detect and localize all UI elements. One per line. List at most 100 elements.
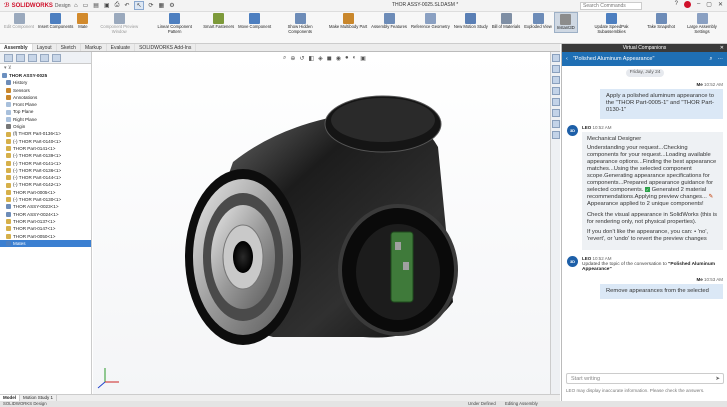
tree-item[interactable]: (f) THOR Part-0136<1> xyxy=(0,130,91,137)
user-avatar[interactable] xyxy=(683,1,691,8)
virtual-companion-icon[interactable] xyxy=(552,120,560,128)
tree-node-icon xyxy=(6,87,11,93)
ribbon-button-new-motion-study[interactable]: New Motion Study xyxy=(452,12,490,31)
tree-item[interactable]: History xyxy=(0,79,91,86)
tab-evaluate[interactable]: Evaluate xyxy=(107,44,136,51)
undo-icon[interactable]: ↶ xyxy=(124,2,129,9)
tree-item[interactable]: (-) THOR Part-0142<1> xyxy=(0,181,91,188)
section-view-icon[interactable]: ◧ xyxy=(308,55,314,62)
ribbon-button-smart-fasteners[interactable]: Smart Fasteners xyxy=(201,12,236,31)
tree-item[interactable]: Right Plane xyxy=(0,116,91,123)
ribbon-button-assembly-features[interactable]: Assembly Features xyxy=(369,12,409,31)
app-logo[interactable]: ℬ SOLIDWORKS Design xyxy=(0,2,74,10)
open-file-icon[interactable]: ▤ xyxy=(93,2,99,9)
ribbon-button-make-multibody-part[interactable]: Make Multibody Part xyxy=(327,12,369,31)
ribbon-button-instant3d[interactable]: Instant3D xyxy=(553,12,578,33)
graphics-area[interactable]: ⌕ ⊕ ↺ ◧ ◈ ◼ ◉ ● ◐ ▣ xyxy=(93,52,550,394)
tree-item[interactable]: (-) THOR Part-0130<1> xyxy=(0,196,91,203)
send-icon[interactable]: ➤ xyxy=(715,374,720,384)
ribbon-button-update-speedpak-subassemblies[interactable]: Update SpeedPak Subassemblies xyxy=(578,12,646,35)
previous-view-icon[interactable]: ↺ xyxy=(299,55,304,62)
minimize-icon[interactable]: – xyxy=(697,1,700,8)
ribbon-button-linear-component-pattern[interactable]: Linear Component Pattern xyxy=(148,12,201,35)
ribbon-button-component-preview-window[interactable]: Component Preview Window xyxy=(90,12,148,35)
tree-item[interactable]: (-) THOR Part-0139<1> xyxy=(0,152,91,159)
panel-close-icon[interactable]: ✕ xyxy=(720,44,724,52)
view-settings-icon[interactable]: ▣ xyxy=(360,55,366,62)
tree-item[interactable]: THOR ASSY-0023<1> xyxy=(0,203,91,210)
tree-item[interactable]: (-) THOR Part-0136<1> xyxy=(0,167,91,174)
tree-item[interactable]: THOR Part-0005<1> xyxy=(0,189,91,196)
file-explorer-icon[interactable] xyxy=(552,76,560,84)
tree-item[interactable]: (-) THOR Part-0144<1> xyxy=(0,174,91,181)
display-manager-icon[interactable] xyxy=(52,53,61,62)
ribbon-button-mate[interactable]: Mate xyxy=(75,12,90,31)
ribbon-button-large-assembly-settings[interactable]: Large Assembly Settings xyxy=(677,12,727,35)
tree-item[interactable]: Origin xyxy=(0,123,91,130)
ribbon-button-edit-component[interactable]: Edit Component xyxy=(2,12,36,31)
tab-markup[interactable]: Markup xyxy=(81,44,107,51)
tree-item[interactable]: Front Plane xyxy=(0,101,91,108)
maximize-icon[interactable]: ▢ xyxy=(706,1,712,8)
print-icon[interactable]: ⎙ xyxy=(115,2,120,9)
resources-icon[interactable] xyxy=(552,54,560,62)
tree-filter[interactable]: ▾ ⊻ xyxy=(0,64,91,72)
tree-item[interactable]: Annotations xyxy=(0,94,91,101)
close-icon[interactable]: ✕ xyxy=(718,1,723,8)
ribbon-button-move-component[interactable]: Move Component xyxy=(236,12,273,31)
tab-solidworks-add-ins[interactable]: SOLIDWORKS Add-Ins xyxy=(135,44,197,51)
select-icon[interactable]: ↖ xyxy=(134,1,144,10)
circuit-board[interactable] xyxy=(390,231,414,303)
save-icon[interactable]: ▣ xyxy=(104,2,110,9)
tree-item[interactable]: THOR Part-0050<1> xyxy=(0,233,91,240)
custom-properties-icon[interactable] xyxy=(552,109,560,117)
tree-item[interactable]: (-) THOR Part-0140<1> xyxy=(0,138,91,145)
search-commands-input[interactable]: Search Commands xyxy=(580,2,642,10)
tree-item[interactable]: Top Plane xyxy=(0,108,91,115)
assembly-model[interactable] xyxy=(93,52,550,394)
zoom-area-icon[interactable]: ⊕ xyxy=(290,55,295,62)
more-icon[interactable]: ⋯ xyxy=(718,56,724,62)
view-orientation-icon[interactable]: ◈ xyxy=(318,55,323,62)
home-icon[interactable]: ⌂ xyxy=(74,3,78,9)
tree-item[interactable]: THOR ASSY-0024<1> xyxy=(0,211,91,218)
add-ins-icon[interactable] xyxy=(552,131,560,139)
feature-manager-icon[interactable] xyxy=(4,53,13,62)
new-file-icon[interactable]: ▭ xyxy=(83,2,89,9)
configuration-manager-icon[interactable] xyxy=(28,53,37,62)
edit-appearance-icon[interactable]: ● xyxy=(345,55,349,62)
hide-show-icon[interactable]: ◉ xyxy=(336,55,341,62)
rebuild-icon[interactable]: ⟳ xyxy=(149,2,154,9)
chat-input[interactable]: Start writing ➤ xyxy=(566,373,724,384)
ribbon-button-bill-of-materials[interactable]: Bill of Materials xyxy=(490,12,522,31)
ribbon-button-exploded-view[interactable]: Exploded View xyxy=(522,12,554,31)
help-icon[interactable]: ? xyxy=(675,1,678,8)
scene-icon[interactable]: ◐ xyxy=(353,55,357,62)
tree-item[interactable]: THOR Part-0141<1> xyxy=(0,145,91,152)
tree-item[interactable]: Sensors xyxy=(0,87,91,94)
view-palette-icon[interactable] xyxy=(552,87,560,95)
tab-assembly[interactable]: Assembly xyxy=(0,44,33,51)
file-properties-icon[interactable]: ▦ xyxy=(159,2,165,9)
tab-sketch[interactable]: Sketch xyxy=(57,44,81,51)
tree-item[interactable]: THOR Part-0147<1> xyxy=(0,225,91,232)
back-icon[interactable]: ‹ xyxy=(566,56,568,62)
tree-root[interactable]: THOR ASSY-0025 xyxy=(0,72,91,79)
property-manager-icon[interactable] xyxy=(16,53,25,62)
appearances-icon[interactable] xyxy=(552,98,560,106)
options-icon[interactable]: ⚙ xyxy=(169,2,174,9)
tab-layout[interactable]: Layout xyxy=(33,44,57,51)
design-library-icon[interactable] xyxy=(552,65,560,73)
ribbon-button-take-snapshot[interactable]: Take Snapshot xyxy=(645,12,677,31)
display-style-icon[interactable]: ◼ xyxy=(327,55,332,62)
ribbon-button-reference-geometry[interactable]: Reference Geometry xyxy=(409,12,452,31)
zoom-to-fit-icon[interactable]: ⌕ xyxy=(283,55,286,62)
dimxpert-icon[interactable] xyxy=(40,53,49,62)
tree-item[interactable]: Mates xyxy=(0,239,91,248)
tree-item[interactable]: (-) THOR Part-0141<1> xyxy=(0,160,91,167)
chat-messages[interactable]: Friday, July 24 Me 10:52 AM Apply a poli… xyxy=(562,66,727,371)
tree-item[interactable]: THOR Part-0137<1> xyxy=(0,218,91,225)
ribbon-button-insert-components[interactable]: Insert Components xyxy=(36,12,75,31)
ribbon-button-show-hidden-components[interactable]: Show Hidden Components xyxy=(273,12,327,35)
search-icon[interactable]: ⌕ xyxy=(709,56,712,63)
